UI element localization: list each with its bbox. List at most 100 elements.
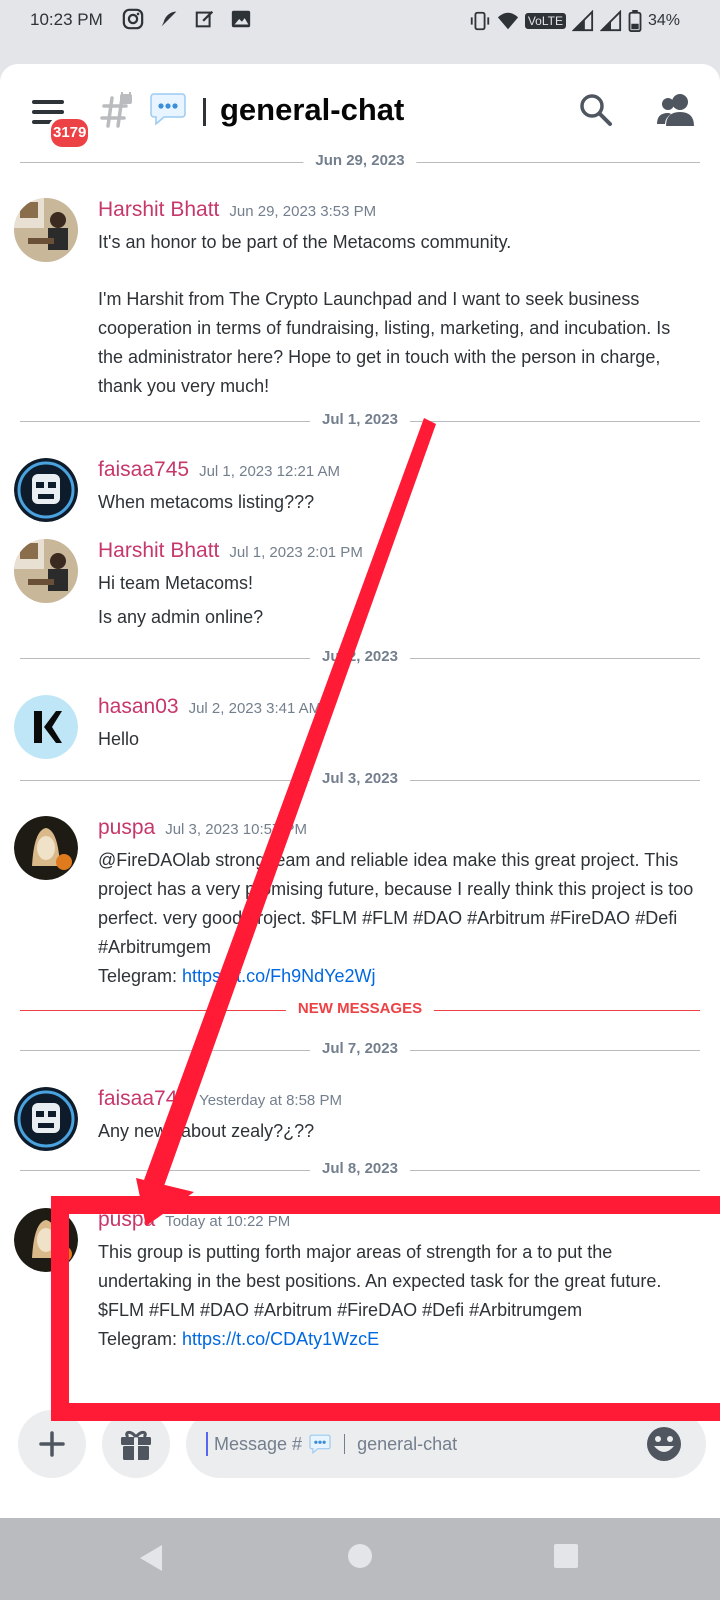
message-body: Hello [98, 725, 698, 754]
avatar[interactable] [14, 816, 78, 880]
message-timestamp: Jul 2, 2023 3:41 AM [188, 700, 322, 717]
system-navigation-bar [0, 1518, 720, 1600]
message-body: @FireDAOlab strong team and reliable ide… [98, 846, 698, 991]
logo-avatar-icon [14, 695, 78, 759]
telegram-line: Telegram: https://t.co/CDAty1WzcE [98, 1325, 698, 1354]
locked-channel-icon [100, 92, 132, 128]
channel-title[interactable]: general-chat [220, 92, 404, 128]
date-separator: Jul 7, 2023 [20, 1040, 700, 1060]
author-name[interactable]: faisaa745 Yesterday at 8:58 PM [98, 1087, 342, 1111]
new-messages-label: NEW MESSAGES [285, 1000, 435, 1017]
unread-badge: 3179 [48, 116, 92, 150]
author-label: faisaa745 [98, 1087, 190, 1110]
home-icon[interactable] [346, 1542, 374, 1570]
telegram-line: Telegram: https://t.co/Fh9NdYe2Wj [98, 962, 698, 991]
date-label: Jul 8, 2023 [310, 1160, 410, 1177]
ape-avatar-icon [14, 1087, 78, 1151]
message-timestamp: Today at 10:22 PM [165, 1213, 291, 1230]
message-body: This group is putting forth major areas … [98, 1238, 698, 1354]
system-icons: VoLTE 34% [469, 10, 680, 32]
date-label: Jul 7, 2023 [310, 1040, 410, 1057]
author-name[interactable]: puspa Jul 3, 2023 10:57 PM [98, 816, 307, 840]
telegram-link[interactable]: https://t.co/Fh9NdYe2Wj [182, 966, 375, 986]
date-separator: Jun 29, 2023 [20, 152, 700, 172]
message-body: Any news about zealy?¿?? [98, 1117, 698, 1146]
author-name[interactable]: Harshit Bhatt Jun 29, 2023 3:53 PM [98, 198, 376, 222]
author-label: Harshit Bhatt [98, 198, 220, 221]
menu-line [32, 110, 64, 114]
feather-icon [161, 11, 177, 27]
channel-header: 3179 general-chat [0, 64, 720, 154]
date-label: Jul 3, 2023 [310, 770, 410, 787]
signal-icon [571, 10, 594, 32]
status-time: 10:23 PM [30, 10, 103, 29]
date-separator: Jul 8, 2023 [20, 1160, 700, 1180]
message-body: It's an honor to be part of the Metacoms… [98, 228, 698, 401]
title-divider [203, 98, 206, 126]
message-timestamp: Jul 1, 2023 2:01 PM [229, 544, 363, 561]
masked-avatar-icon [14, 1208, 78, 1272]
vibrate-icon [470, 11, 489, 31]
signal-icon-2 [599, 10, 622, 32]
date-label: Jul 2, 2023 [310, 648, 410, 665]
date-label: Jun 29, 2023 [303, 152, 417, 169]
message-input[interactable]: Message # general-chat [186, 1410, 706, 1478]
notification-icons [122, 8, 252, 30]
message-body: Hi team Metacoms! Is any admin online? [98, 569, 698, 632]
message-text: When metacoms listing??? [98, 492, 315, 512]
add-attachment-button[interactable] [18, 1410, 86, 1478]
telegram-link[interactable]: https://t.co/CDAty1WzcE [182, 1329, 379, 1349]
user-photo-icon [14, 539, 78, 603]
placeholder-prefix: Message # [214, 1433, 303, 1454]
date-separator: Jul 2, 2023 [20, 648, 700, 668]
avatar[interactable] [14, 198, 78, 262]
message-timestamp: Jun 29, 2023 3:53 PM [229, 203, 377, 220]
date-separator: Jul 3, 2023 [20, 770, 700, 790]
author-name[interactable]: puspa Today at 10:22 PM [98, 1208, 290, 1232]
edit-icon [195, 10, 214, 28]
chat-screen: 3179 general-chat Jun 29, 2023 Harshit B… [0, 64, 720, 1518]
text-caret [206, 1432, 208, 1456]
placeholder-divider [344, 1434, 346, 1454]
avatar[interactable] [14, 695, 78, 759]
message-composer: Message # general-chat [0, 1398, 720, 1518]
recent-apps-icon[interactable] [552, 1542, 580, 1570]
gallery-icon [231, 10, 251, 28]
emoji-icon[interactable] [644, 1424, 684, 1464]
search-icon[interactable] [578, 92, 614, 128]
date-separator: Jul 1, 2023 [20, 411, 700, 431]
message-timestamp: Jul 1, 2023 12:21 AM [199, 463, 341, 480]
author-name[interactable]: hasan03 Jul 2, 2023 3:41 AM [98, 695, 321, 719]
gift-icon [121, 1430, 151, 1460]
placeholder-channel: general-chat [357, 1433, 458, 1454]
avatar[interactable] [14, 539, 78, 603]
message-text: It's an honor to be part of the Metacoms… [98, 232, 512, 252]
message-timestamp: Jul 3, 2023 10:57 PM [165, 821, 307, 838]
instagram-icon [122, 8, 144, 30]
message-text: I'm Harshit from The Crypto Launchpad an… [98, 289, 671, 396]
telegram-label: Telegram: [98, 1329, 183, 1349]
avatar[interactable] [14, 1208, 78, 1272]
author-name[interactable]: faisaa745 Jul 1, 2023 12:21 AM [98, 458, 340, 482]
avatar[interactable] [14, 1087, 78, 1151]
author-name[interactable]: Harshit Bhatt Jul 1, 2023 2:01 PM [98, 539, 363, 563]
new-messages-divider: NEW MESSAGES [20, 1000, 700, 1020]
author-label: faisaa745 [98, 458, 190, 481]
speech-bubble-icon [150, 93, 186, 126]
masked-avatar-icon [14, 816, 78, 880]
message-text: Hello [98, 729, 140, 749]
ape-avatar-icon [14, 458, 78, 522]
message-text: Hi team Metacoms! [98, 573, 254, 593]
message-text: This group is putting forth major areas … [98, 1242, 662, 1320]
author-label: Harshit Bhatt [98, 539, 220, 562]
back-icon[interactable] [136, 1542, 166, 1574]
avatar[interactable] [14, 458, 78, 522]
telegram-label: Telegram: [98, 966, 183, 986]
volte-label: VoLTE [524, 13, 566, 29]
plus-icon [39, 1431, 65, 1457]
gift-button[interactable] [102, 1410, 170, 1478]
author-label: puspa [98, 816, 156, 839]
members-icon[interactable] [656, 92, 696, 128]
author-label: puspa [98, 1208, 156, 1231]
message-text: Is any admin online? [98, 607, 264, 627]
